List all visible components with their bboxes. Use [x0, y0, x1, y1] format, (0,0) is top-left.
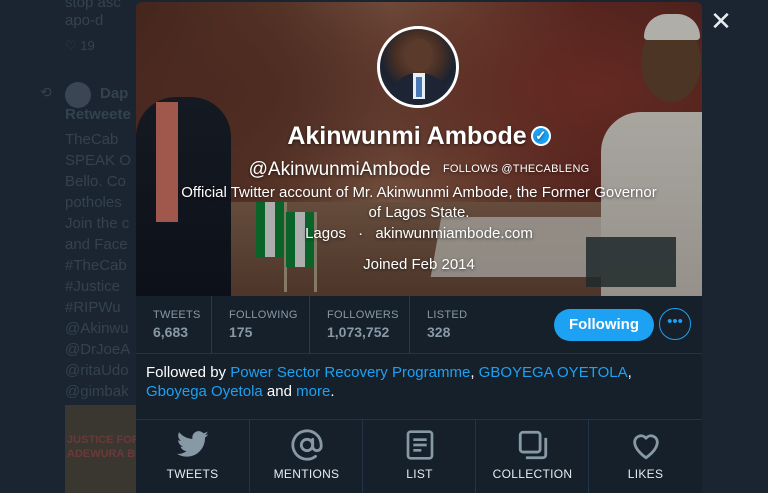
- profile-name-text[interactable]: Akinwunmi Ambode: [287, 122, 526, 150]
- followed-by-and: and: [262, 383, 297, 400]
- followed-by-account-link[interactable]: Gboyega Oyetola: [146, 383, 263, 400]
- profile-bio: Official Twitter account of Mr. Akinwunm…: [181, 184, 657, 221]
- profile-meta: Lagos · akinwunmiambode.com: [136, 225, 702, 242]
- stat-followers[interactable]: FOLLOWERS 1,073,752: [310, 296, 410, 354]
- retweet-icon: ⟲: [40, 84, 52, 100]
- bg-text-line: @DrJoeA: [65, 341, 131, 358]
- stat-value: 1,073,752: [327, 324, 390, 340]
- handle-row: @AkinwunmiAmbode FOLLOWS @THECABLENG: [136, 159, 702, 181]
- bg-text-line: Bello. Co: [65, 173, 126, 190]
- nav-label: LIST: [406, 467, 433, 481]
- nav-label: LIKES: [627, 467, 664, 481]
- bg-text-line: @gimbak: [65, 383, 129, 400]
- column-add-options: TWEETS MENTIONS LIST COLLECTION LIKES: [136, 419, 702, 493]
- list-icon: [363, 428, 476, 464]
- bg-text-line: and Face: [65, 236, 128, 253]
- nav-label: TWEETS: [166, 467, 219, 481]
- bg-avatar: [65, 82, 91, 108]
- bg-text-line: #RIPWu: [65, 299, 121, 316]
- bg-text-line: apo-d: [65, 12, 104, 29]
- stat-tweets[interactable]: TWEETS 6,683: [136, 296, 212, 354]
- stat-label: LISTED: [427, 309, 468, 321]
- profile-website-link[interactable]: akinwunmiambode.com: [375, 225, 533, 242]
- avatar[interactable]: [377, 26, 459, 108]
- follows-you-badge: FOLLOWS @THECABLENG: [442, 163, 590, 175]
- nav-label: MENTIONS: [273, 467, 340, 481]
- collection-icon: [476, 428, 589, 464]
- bg-text-line: Join the c: [65, 215, 130, 232]
- bg-image-text: JUSTICE FOR ADEWURA BI: [67, 434, 140, 460]
- bg-stat-count: 19: [80, 38, 95, 53]
- stat-following[interactable]: FOLLOWING 175: [212, 296, 310, 354]
- stat-label: FOLLOWING: [229, 309, 298, 321]
- add-list-column-button[interactable]: LIST: [362, 420, 475, 493]
- heart-icon: [589, 428, 702, 464]
- avatar-tie: [416, 77, 422, 97]
- stat-value: 175: [229, 324, 253, 340]
- bg-text-line: #TheCab: [65, 257, 127, 274]
- nav-label: COLLECTION: [492, 467, 573, 481]
- followed-by-account-link[interactable]: Power Sector Recovery Programme: [230, 364, 470, 381]
- avatar-face: [406, 39, 432, 71]
- bg-text-line: potholes: [65, 194, 122, 211]
- add-mentions-column-button[interactable]: MENTIONS: [249, 420, 362, 493]
- at-sign-icon: [250, 428, 363, 464]
- followed-by-end: .: [330, 383, 335, 400]
- more-options-icon[interactable]: •••: [659, 308, 691, 340]
- followed-by: Followed by Power Sector Recovery Progra…: [146, 363, 686, 401]
- bg-retweeted-label: Retweete: [65, 106, 131, 123]
- stat-value: 328: [427, 324, 451, 340]
- followed-by-prefix: Followed by: [146, 364, 231, 381]
- add-collection-column-button[interactable]: COLLECTION: [475, 420, 588, 493]
- followed-by-more-link[interactable]: more: [296, 383, 330, 400]
- close-icon[interactable]: ✕: [708, 8, 734, 35]
- stat-label: TWEETS: [153, 309, 201, 321]
- bg-text-line: #Justice: [65, 278, 121, 295]
- add-tweets-column-button[interactable]: TWEETS: [136, 420, 249, 493]
- twitter-bird-icon: [136, 428, 249, 464]
- profile-banner: Akinwunmi Ambode ✓ @AkinwunmiAmbode FOLLO…: [136, 2, 702, 296]
- profile-location: Lagos: [305, 225, 346, 242]
- profile-joined-date: Joined Feb 2014: [363, 256, 475, 273]
- followed-by-separator: ,: [470, 364, 479, 381]
- profile-card: Akinwunmi Ambode ✓ @AkinwunmiAmbode FOLLO…: [136, 2, 702, 493]
- stat-listed[interactable]: LISTED 328: [410, 296, 482, 354]
- bg-tweet-stats: ♡ 19: [65, 38, 95, 53]
- bg-text-line: stop asc: [65, 0, 121, 11]
- verified-badge-icon: ✓: [530, 126, 551, 146]
- bg-text-line: @ritaUdo: [65, 362, 129, 379]
- followed-by-account-link[interactable]: GBOYEGA OYETOLA: [479, 364, 628, 381]
- bg-text-line: SPEAK O: [65, 152, 131, 169]
- bg-text-line: TheCab: [65, 131, 119, 148]
- stat-label: FOLLOWERS: [327, 309, 399, 321]
- following-button[interactable]: Following: [554, 309, 654, 341]
- bg-text-line: @Akinwu: [65, 320, 129, 337]
- profile-handle[interactable]: @AkinwunmiAmbode: [249, 159, 431, 180]
- meta-separator: ·: [358, 225, 364, 242]
- bg-name: Dap: [100, 85, 129, 102]
- followed-by-separator: ,: [627, 364, 632, 381]
- add-likes-column-button[interactable]: LIKES: [588, 420, 701, 493]
- stat-value: 6,683: [153, 324, 189, 340]
- profile-name[interactable]: Akinwunmi Ambode ✓: [136, 122, 702, 151]
